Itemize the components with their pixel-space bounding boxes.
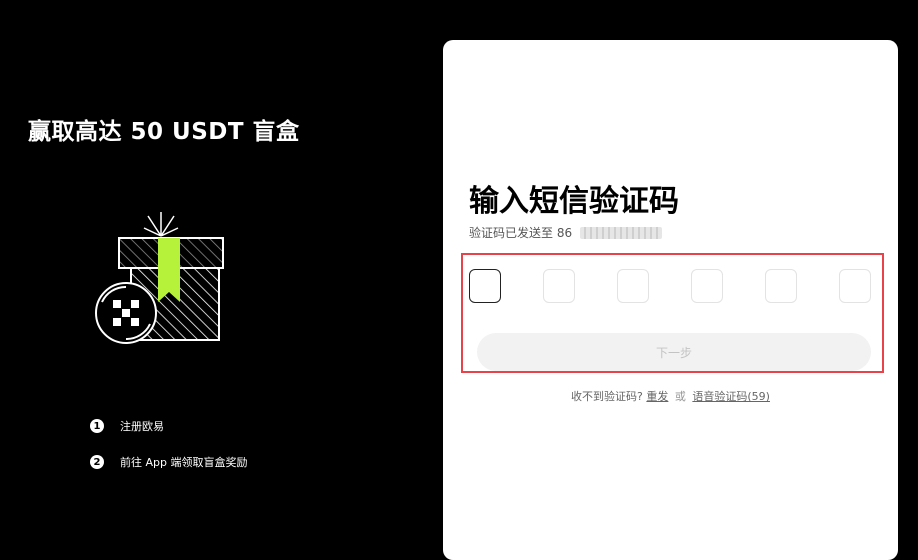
resend-link[interactable]: 重发 <box>646 390 668 403</box>
promo-title: 赢取高达 50 USDT 盲盒 <box>28 119 300 145</box>
code-digit-input-1[interactable] <box>469 269 501 303</box>
promo-step: 1 注册欧易 <box>90 418 247 434</box>
next-step-button[interactable]: 下一步 <box>477 333 871 371</box>
not-received-text: 收不到验证码? <box>571 390 643 403</box>
code-digit-input-3[interactable] <box>617 269 649 303</box>
code-digit-input-5[interactable] <box>765 269 797 303</box>
resend-line: 收不到验证码? 重发 或 语音验证码(59) <box>443 388 898 404</box>
step-number-badge: 2 <box>90 455 104 469</box>
code-digit-input-4[interactable] <box>691 269 723 303</box>
step-number-badge: 1 <box>90 419 104 433</box>
or-separator: 或 <box>674 390 686 403</box>
voice-code-link[interactable]: 语音验证码(59) <box>692 390 770 403</box>
code-digit-input-6[interactable] <box>839 269 871 303</box>
promo-steps: 1 注册欧易 2 前往 App 端领取盲盒奖励 <box>90 418 247 490</box>
sms-code-input-group <box>469 269 873 305</box>
promo-step: 2 前往 App 端领取盲盒奖励 <box>90 454 247 470</box>
gift-box-illustration <box>95 212 224 344</box>
masked-phone-number <box>580 226 663 239</box>
step-text: 前往 App 端领取盲盒奖励 <box>120 456 248 469</box>
code-sent-text: 验证码已发送至 86 <box>469 226 573 240</box>
step-text: 注册欧易 <box>120 420 164 433</box>
page-title: 输入短信验证码 <box>469 184 679 219</box>
verification-card: 输入短信验证码 验证码已发送至 86 下一步 收不到验证码? 重发 或 语音验证… <box>443 40 898 560</box>
code-sent-info: 验证码已发送至 86 <box>469 224 663 241</box>
code-digit-input-2[interactable] <box>543 269 575 303</box>
